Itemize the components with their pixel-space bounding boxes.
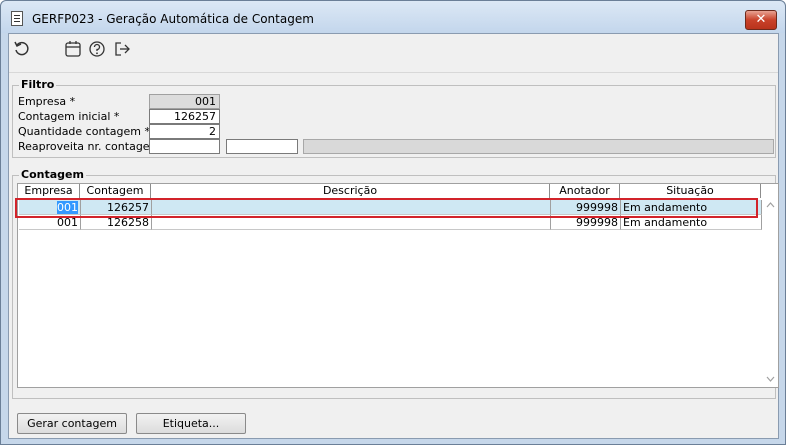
app-window: GERFP023 - Geração Automática de Contage…: [0, 0, 786, 445]
column-header-situacao[interactable]: Situação: [620, 184, 761, 198]
quantidade-contagem-field[interactable]: 2: [149, 124, 220, 139]
gerar-contagem-button[interactable]: Gerar contagem: [17, 413, 127, 434]
calendar-icon[interactable]: [64, 40, 82, 58]
reaproveita-label: Reaproveita nr. contagem: [18, 140, 161, 153]
empresa-field: 001: [149, 94, 220, 109]
refresh-icon[interactable]: [13, 40, 31, 58]
reaproveita-field-2[interactable]: [226, 139, 298, 154]
grid-header: Empresa Contagem Descrição Anotador Situ…: [18, 184, 763, 198]
document-icon: [11, 11, 23, 26]
contagem-inicial-label: Contagem inicial *: [18, 110, 120, 123]
reaproveita-field[interactable]: [149, 139, 220, 154]
scroll-down-icon[interactable]: [766, 376, 775, 382]
title-bar: GERFP023 - Geração Automática de Contage…: [1, 1, 785, 33]
column-header-contagem[interactable]: Contagem: [80, 184, 151, 198]
client-area: Filtro Empresa * 001 Contagem inicial * …: [8, 33, 779, 439]
etiqueta-button[interactable]: Etiqueta...: [136, 413, 246, 434]
column-header-descricao[interactable]: Descrição: [151, 184, 550, 198]
column-header-anotador[interactable]: Anotador: [550, 184, 620, 198]
quantidade-contagem-label: Quantidade contagem *: [18, 125, 150, 138]
close-button[interactable]: ✕: [745, 10, 777, 30]
empresa-label: Empresa *: [18, 95, 76, 108]
window-title: GERFP023 - Geração Automática de Contage…: [32, 12, 314, 26]
contagem-grid: Empresa Contagem Descrição Anotador Situ…: [15, 183, 779, 388]
help-icon[interactable]: [88, 40, 106, 58]
scroll-up-icon[interactable]: [766, 202, 775, 208]
filtro-group: Filtro Empresa * 001 Contagem inicial * …: [12, 78, 776, 158]
reaproveita-description-bar: [303, 139, 774, 154]
selection-highlight: [15, 198, 758, 218]
toolbar-divider: [9, 72, 778, 73]
toolbar: [9, 34, 778, 70]
contagem-group: Contagem Empresa Contagem Descrição Anot…: [12, 168, 779, 399]
contagem-inicial-field[interactable]: 126257: [149, 109, 220, 124]
contagem-title: Contagem: [19, 168, 86, 181]
exit-icon[interactable]: [113, 40, 131, 58]
column-header-empresa[interactable]: Empresa: [18, 184, 80, 198]
filtro-title: Filtro: [19, 78, 57, 91]
